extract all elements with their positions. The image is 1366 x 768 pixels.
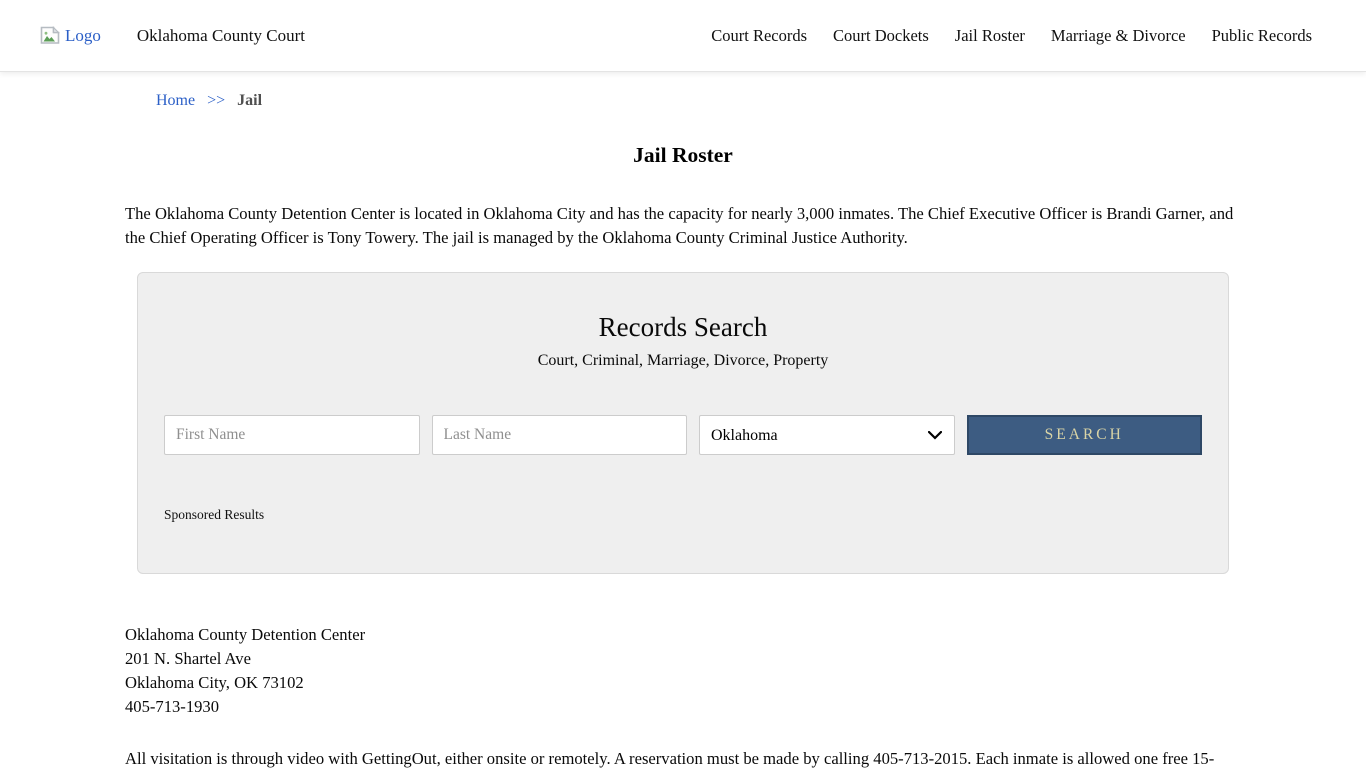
intro-paragraph: The Oklahoma County Detention Center is … [125, 202, 1241, 250]
search-panel-title: Records Search [164, 312, 1202, 343]
records-search-panel: Records Search Court, Criminal, Marriage… [137, 272, 1229, 574]
nav-jail-roster[interactable]: Jail Roster [955, 26, 1025, 46]
nav-court-records[interactable]: Court Records [711, 26, 807, 46]
facility-address-line1: 201 N. Shartel Ave [125, 647, 1241, 671]
facility-name: Oklahoma County Detention Center [125, 623, 1241, 647]
breadcrumb-home-link[interactable]: Home [156, 92, 195, 109]
visitation-paragraph: All visitation is through video with Get… [125, 747, 1241, 768]
logo-alt-text: Logo [65, 26, 101, 46]
main-nav: Court Records Court Dockets Jail Roster … [711, 26, 1312, 46]
nav-marriage-divorce[interactable]: Marriage & Divorce [1051, 26, 1186, 46]
broken-image-icon [40, 26, 62, 45]
breadcrumb-current: Jail [237, 92, 262, 109]
sponsored-results-label: Sponsored Results [164, 507, 1202, 523]
breadcrumb: Home >> Jail [125, 72, 1241, 110]
main-content: Home >> Jail Jail Roster The Oklahoma Co… [125, 72, 1241, 768]
search-form-row: Oklahoma SEARCH [164, 415, 1202, 455]
facility-phone: 405-713-1930 [125, 695, 1241, 719]
facility-address-line2: Oklahoma City, OK 73102 [125, 671, 1241, 695]
breadcrumb-separator: >> [207, 92, 225, 109]
nav-court-dockets[interactable]: Court Dockets [833, 26, 929, 46]
facility-address-block: Oklahoma County Detention Center 201 N. … [125, 623, 1241, 719]
nav-public-records[interactable]: Public Records [1212, 26, 1312, 46]
search-button[interactable]: SEARCH [967, 415, 1203, 455]
state-select[interactable]: Oklahoma [699, 415, 955, 455]
site-title: Oklahoma County Court [137, 26, 305, 46]
site-header: Logo Oklahoma County Court Court Records… [0, 0, 1366, 72]
first-name-input[interactable] [164, 415, 420, 455]
last-name-input[interactable] [432, 415, 688, 455]
logo-link[interactable]: Logo [40, 26, 101, 46]
page-title: Jail Roster [125, 143, 1241, 168]
search-panel-subtitle: Court, Criminal, Marriage, Divorce, Prop… [164, 352, 1202, 370]
